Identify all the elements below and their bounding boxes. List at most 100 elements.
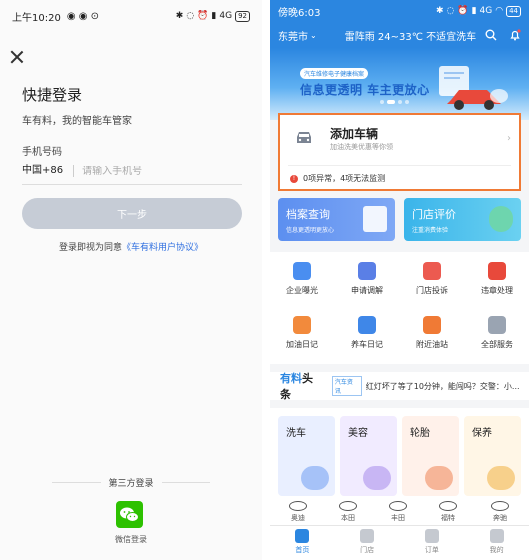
network-label: 4G — [479, 6, 493, 16]
grid-item-label: 门店投诉 — [416, 286, 448, 295]
promo-banner[interactable]: 汽车维修电子健康档案 信息更透明 车主更放心 — [270, 48, 529, 120]
tab-profile[interactable]: 我的 — [464, 526, 529, 560]
panel-divider — [262, 0, 270, 560]
orders-icon — [424, 529, 439, 543]
brand-item[interactable]: 丰田 — [378, 501, 418, 523]
banner-car-illustration — [439, 66, 508, 110]
phone-input[interactable] — [82, 165, 233, 177]
brand-item[interactable]: 奥迪 — [278, 501, 318, 523]
signal-icon: ▮ — [471, 6, 477, 16]
document-icon — [363, 206, 387, 232]
car-wash-icon — [301, 466, 329, 490]
city-label: 东莞市 — [278, 31, 308, 43]
news-headline: 红灯坏了等了10分钟，能闯吗？交警：小... — [365, 381, 519, 391]
banner-headline: 信息更透明 车主更放心 — [300, 83, 430, 97]
notification-bell-icon[interactable] — [509, 29, 521, 41]
service-card-beauty[interactable]: 美容 — [340, 416, 397, 496]
brand-label: 奥迪 — [291, 514, 305, 522]
tab-home[interactable]: 首页 — [270, 526, 335, 560]
feature-card-store-review[interactable]: 门店评价 注重消费体验 — [404, 198, 521, 241]
bluetooth-icon: ✱ — [175, 11, 184, 21]
brand-item[interactable]: 奔驰 — [480, 501, 520, 523]
vehicle-status: ! 0项异常，4项无法监测 — [290, 173, 385, 184]
agreement-text: 登录即视为同意《车有料用户协议》 — [0, 240, 262, 253]
toyota-logo-icon — [389, 501, 407, 511]
add-vehicle-title: 添加车辆 — [330, 127, 379, 141]
complaint-icon — [423, 262, 441, 280]
store-icon — [360, 529, 375, 543]
grid-item[interactable]: 全部服务 — [465, 310, 529, 360]
page-title: 快捷登录 — [22, 86, 83, 104]
brand-item[interactable]: 福特 — [428, 501, 468, 523]
grid-item[interactable]: 违章处理 — [465, 256, 529, 306]
third-party-label: 第三方登录 — [108, 479, 154, 489]
divider-line — [52, 482, 101, 483]
grid-item-label: 附近油站 — [416, 340, 448, 349]
status-time: 傍晚6:03 — [278, 7, 321, 19]
service-label: 洗车 — [286, 428, 306, 439]
alarm-icon: ⏰ — [197, 11, 209, 21]
wifi-icon: ◠ — [495, 6, 504, 16]
tire-icon — [425, 466, 453, 490]
pagination-dot — [405, 100, 409, 104]
grid-item-label: 违章处理 — [481, 286, 513, 295]
tab-store[interactable]: 门店 — [335, 526, 400, 560]
brand-label: 本田 — [341, 514, 355, 522]
grid-item[interactable]: 门店投诉 — [400, 256, 464, 306]
service-card-maintenance[interactable]: 保养 — [464, 416, 521, 496]
card-divider — [288, 165, 511, 166]
brand-item[interactable]: 本田 — [328, 501, 368, 523]
grid-item-label: 加油日记 — [286, 340, 318, 349]
service-label: 保养 — [472, 428, 492, 439]
car-icon — [297, 132, 311, 143]
pagination-dot — [380, 100, 384, 104]
grid-item[interactable]: 加油日记 — [270, 310, 334, 360]
chevron-down-icon: ⌄ — [310, 30, 317, 40]
pagination-dot — [398, 100, 402, 104]
grid-item[interactable]: 企业曝光 — [270, 256, 334, 306]
news-ticker[interactable]: 有料头条 汽车资讯 红灯坏了等了10分钟，能闯吗？交警：小... — [270, 372, 529, 401]
user-agreement-link[interactable]: 《车有料用户协议》 — [122, 243, 203, 253]
status-right-icons: ✱ ◌ ⏰ ▮ 4G ◠ 44 — [435, 5, 521, 17]
grid-item-label: 养车日记 — [351, 340, 383, 349]
city-selector[interactable]: 东莞市 ⌄ — [278, 28, 317, 43]
alarm-icon: ⏰ — [457, 6, 469, 16]
spray-bottle-icon — [363, 466, 391, 490]
grid-item[interactable]: 申请调解 — [335, 256, 399, 306]
maintenance-icon — [358, 316, 376, 334]
country-code-selector[interactable]: 中国+86 — [22, 165, 75, 177]
brand-label: 福特 — [441, 514, 455, 522]
add-vehicle-subtitle: 加油洗美优惠等你领 — [330, 143, 393, 151]
home-screen: 傍晚6:03 ✱ ◌ ⏰ ▮ 4G ◠ 44 东莞市 ⌄ 雷阵雨 24~33℃ … — [270, 0, 529, 560]
grid-item[interactable]: 附近油站 — [400, 310, 464, 360]
next-step-button[interactable]: 下一步 — [22, 198, 242, 229]
service-label: 轮胎 — [410, 428, 430, 439]
divider-line — [161, 482, 211, 483]
close-icon[interactable] — [10, 50, 24, 64]
warning-icon: ! — [290, 174, 298, 183]
profile-icon — [489, 529, 504, 543]
brand-row: 奥迪 本田 丰田 福特 奔驰 — [270, 497, 529, 525]
battery-icon: 44 — [506, 5, 521, 17]
status-bar: 傍晚6:03 ✱ ◌ ⏰ ▮ 4G ◠ 44 — [270, 0, 529, 22]
mute-icon: ◌ — [186, 11, 195, 21]
bluetooth-icon: ✱ — [435, 6, 444, 16]
service-card-tire[interactable]: 轮胎 — [402, 416, 459, 496]
weather-text: 雷阵雨 24~33℃ 不适宜洗车 — [344, 31, 477, 43]
wechat-icon[interactable] — [116, 501, 143, 528]
news-brand: 有料头条 — [280, 372, 313, 401]
service-grid: 企业曝光 申请调解 门店投诉 违章处理 加油日记 养车日记 附近油站 全部服务 — [270, 252, 529, 364]
add-vehicle-card[interactable]: 添加车辆 加油洗美优惠等你领 › ! 0项异常，4项无法监测 — [278, 113, 521, 191]
header-actions — [485, 29, 521, 41]
gas-station-icon — [423, 316, 441, 334]
feature-card-archive[interactable]: 档案查询 信息更透明更放心 — [278, 198, 395, 241]
grid-item[interactable]: 养车日记 — [335, 310, 399, 360]
honda-logo-icon — [339, 501, 357, 511]
phone-field-row: 中国+86 — [22, 158, 242, 185]
tab-orders[interactable]: 订单 — [400, 526, 465, 560]
search-icon[interactable] — [485, 29, 497, 41]
service-cards: 洗车 美容 轮胎 保养 — [270, 408, 529, 498]
mercedes-logo-icon — [491, 501, 509, 511]
third-party-divider: 第三方登录 — [52, 476, 211, 489]
service-card-wash[interactable]: 洗车 — [278, 416, 335, 496]
